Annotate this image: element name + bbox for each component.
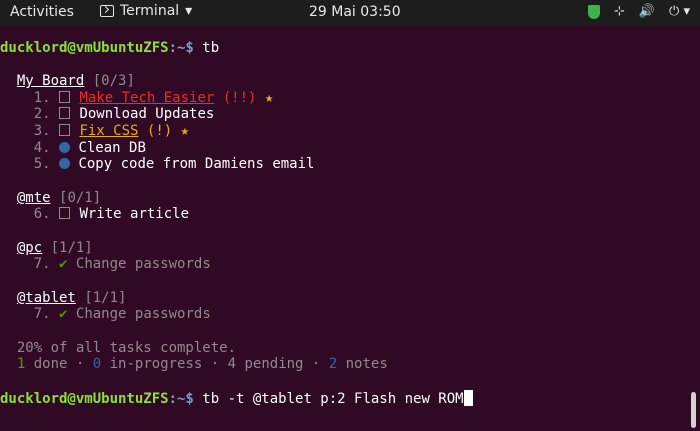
network-icon[interactable]: ⊹ bbox=[614, 4, 625, 19]
task-id: 7. bbox=[33, 306, 51, 322]
task-text: Make Tech Easier bbox=[79, 90, 215, 106]
note-item: 4. Clean DB bbox=[0, 140, 146, 157]
prompt-line[interactable]: ducklord@vmUbuntuZFS:~$ tb -t @tablet p:… bbox=[0, 390, 473, 408]
pending-box-icon bbox=[59, 124, 71, 136]
task-item: 1. Make Tech Easier (!!) ★ bbox=[0, 90, 274, 107]
task-item: 3. Fix CSS (!) ★ bbox=[0, 123, 189, 140]
prompt-command: tb bbox=[193, 40, 220, 56]
task-id: 6. bbox=[33, 206, 51, 222]
notes-label: notes bbox=[337, 356, 388, 372]
clock[interactable]: 29 Mai 03:50 bbox=[309, 4, 401, 20]
pending-count: 4 bbox=[227, 356, 237, 372]
board-count: [1/1] bbox=[84, 290, 127, 306]
notes-count: 2 bbox=[328, 356, 338, 372]
task-item: 2. Download Updates bbox=[0, 106, 215, 123]
board-name: @mte bbox=[16, 190, 51, 206]
note-dot-icon bbox=[59, 142, 71, 153]
text-cursor bbox=[463, 390, 473, 406]
top-bar: Activities Terminal ▾ 29 Mai 03:50 ⊹ 🔊 ⏻… bbox=[0, 0, 700, 26]
power-icon[interactable]: ⏻ ▾ bbox=[669, 4, 690, 19]
task-text: Change passwords bbox=[75, 256, 211, 272]
board-count: [0/3] bbox=[92, 73, 135, 89]
board-header: @mte [0/1] bbox=[0, 190, 101, 207]
board-header: My Board [0/3] bbox=[0, 73, 135, 90]
board-count: [1/1] bbox=[50, 240, 93, 256]
task-text: Download Updates bbox=[79, 106, 215, 122]
prompt-user: ducklord@vmUbuntuZFS bbox=[0, 40, 169, 56]
terminal-output[interactable]: ducklord@vmUbuntuZFS:~$ tb My Board [0/3… bbox=[0, 26, 700, 431]
task-text: Change passwords bbox=[75, 306, 211, 322]
inprogress-count: 0 bbox=[92, 356, 102, 372]
scrollbar[interactable] bbox=[691, 392, 696, 428]
inprogress-label: in-progress · bbox=[101, 356, 228, 372]
star-icon: ★ bbox=[264, 90, 274, 106]
task-text: Clean DB bbox=[78, 140, 146, 156]
task-text: Write article bbox=[79, 206, 190, 222]
shield-icon[interactable] bbox=[587, 4, 600, 19]
summary-percent: 20% of all tasks complete. bbox=[0, 340, 236, 357]
app-menu-label: Terminal bbox=[120, 3, 180, 19]
prompt-path: :~$ bbox=[168, 391, 194, 407]
done-label: done · bbox=[25, 356, 93, 372]
prompt-user: ducklord@vmUbuntuZFS bbox=[0, 391, 169, 407]
check-icon: ✔ bbox=[59, 306, 68, 322]
summary-percent-text: 20% of all tasks complete. bbox=[16, 340, 237, 356]
task-item: 6. Write article bbox=[0, 206, 189, 223]
task-id: 5. bbox=[33, 156, 51, 172]
board-name: My Board bbox=[16, 73, 85, 89]
task-item: 7. ✔ Change passwords bbox=[0, 306, 211, 323]
volume-icon[interactable]: 🔊 bbox=[639, 4, 655, 19]
task-item: 7. ✔ Change passwords bbox=[0, 256, 211, 273]
task-priority: (!) bbox=[146, 123, 173, 139]
note-item: 5. Copy code from Damiens email bbox=[0, 156, 315, 173]
task-id: 3. bbox=[33, 123, 51, 139]
board-name: @tablet bbox=[16, 290, 76, 306]
pending-box-icon bbox=[59, 207, 71, 219]
system-tray[interactable]: ⊹ 🔊 ⏻ ▾ bbox=[587, 4, 690, 19]
caret-down-icon: ▾ bbox=[185, 3, 193, 19]
task-id: 7. bbox=[33, 256, 51, 272]
app-menu[interactable]: Terminal ▾ bbox=[100, 3, 192, 19]
star-icon: ★ bbox=[180, 123, 190, 139]
board-header: @tablet [1/1] bbox=[0, 290, 127, 307]
task-id: 2. bbox=[33, 106, 51, 122]
check-icon: ✔ bbox=[59, 256, 68, 272]
pending-box-icon bbox=[59, 91, 71, 103]
task-priority: (!!) bbox=[222, 90, 257, 106]
prompt-path: :~$ bbox=[168, 40, 194, 56]
board-count: [0/1] bbox=[59, 190, 102, 206]
task-text: Fix CSS bbox=[79, 123, 139, 139]
summary-counts: 1 done · 0 in-progress · 4 pending · 2 n… bbox=[0, 356, 388, 373]
task-id: 1. bbox=[33, 90, 51, 106]
prompt-command[interactable]: tb -t @tablet p:2 Flash new ROM bbox=[194, 391, 463, 407]
board-name: @pc bbox=[16, 240, 43, 256]
task-id: 4. bbox=[33, 140, 51, 156]
activities-button[interactable]: Activities bbox=[10, 4, 74, 20]
pending-label: pending · bbox=[236, 356, 329, 372]
board-header: @pc [1/1] bbox=[0, 240, 93, 257]
prompt-line: ducklord@vmUbuntuZFS:~$ tb bbox=[0, 40, 219, 57]
terminal-icon bbox=[100, 5, 114, 17]
task-text: Copy code from Damiens email bbox=[78, 156, 315, 172]
note-dot-icon bbox=[59, 158, 71, 169]
pending-box-icon bbox=[59, 107, 71, 119]
